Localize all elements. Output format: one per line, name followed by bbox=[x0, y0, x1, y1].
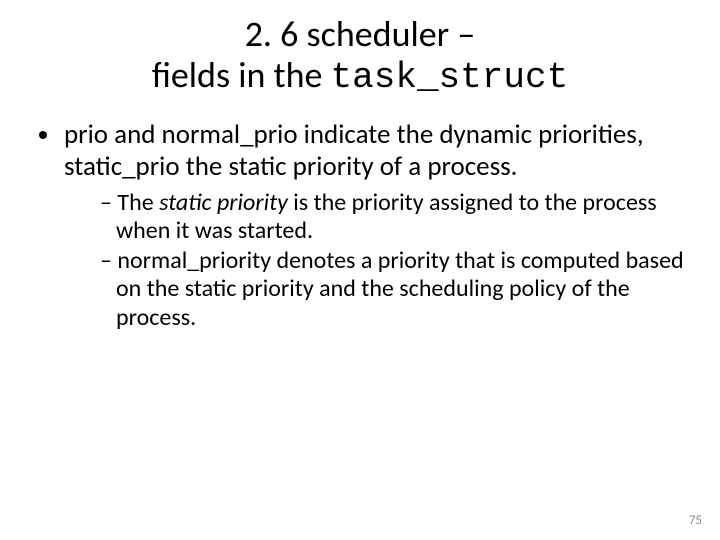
slide-title: 2. 6 scheduler – fields in the task_stru… bbox=[0, 0, 720, 99]
bullet-list: prio and normal_prio indicate the dynami… bbox=[36, 119, 684, 332]
title-line-2-code: task_struct bbox=[331, 57, 569, 98]
bullet-1-text: prio and normal_prio indicate the dynami… bbox=[64, 118, 644, 183]
sub-2-text: normal_priority denotes a priority that … bbox=[116, 246, 684, 332]
slide-body: prio and normal_prio indicate the dynami… bbox=[0, 99, 720, 332]
slide: 2. 6 scheduler – fields in the task_stru… bbox=[0, 0, 720, 540]
sub-list: The static priority is the priority assi… bbox=[64, 189, 684, 333]
title-line-2-prefix: fields in the bbox=[152, 53, 331, 97]
title-line-1: 2. 6 scheduler – bbox=[245, 12, 476, 56]
sub-item-1: The static priority is the priority assi… bbox=[100, 189, 684, 246]
page-number: 75 bbox=[689, 513, 702, 528]
bullet-item-1: prio and normal_prio indicate the dynami… bbox=[62, 119, 684, 332]
sub-item-2: normal_priority denotes a priority that … bbox=[100, 247, 684, 332]
sub-1-italic: static priority bbox=[159, 188, 288, 217]
sub-1-a: The bbox=[117, 188, 159, 217]
